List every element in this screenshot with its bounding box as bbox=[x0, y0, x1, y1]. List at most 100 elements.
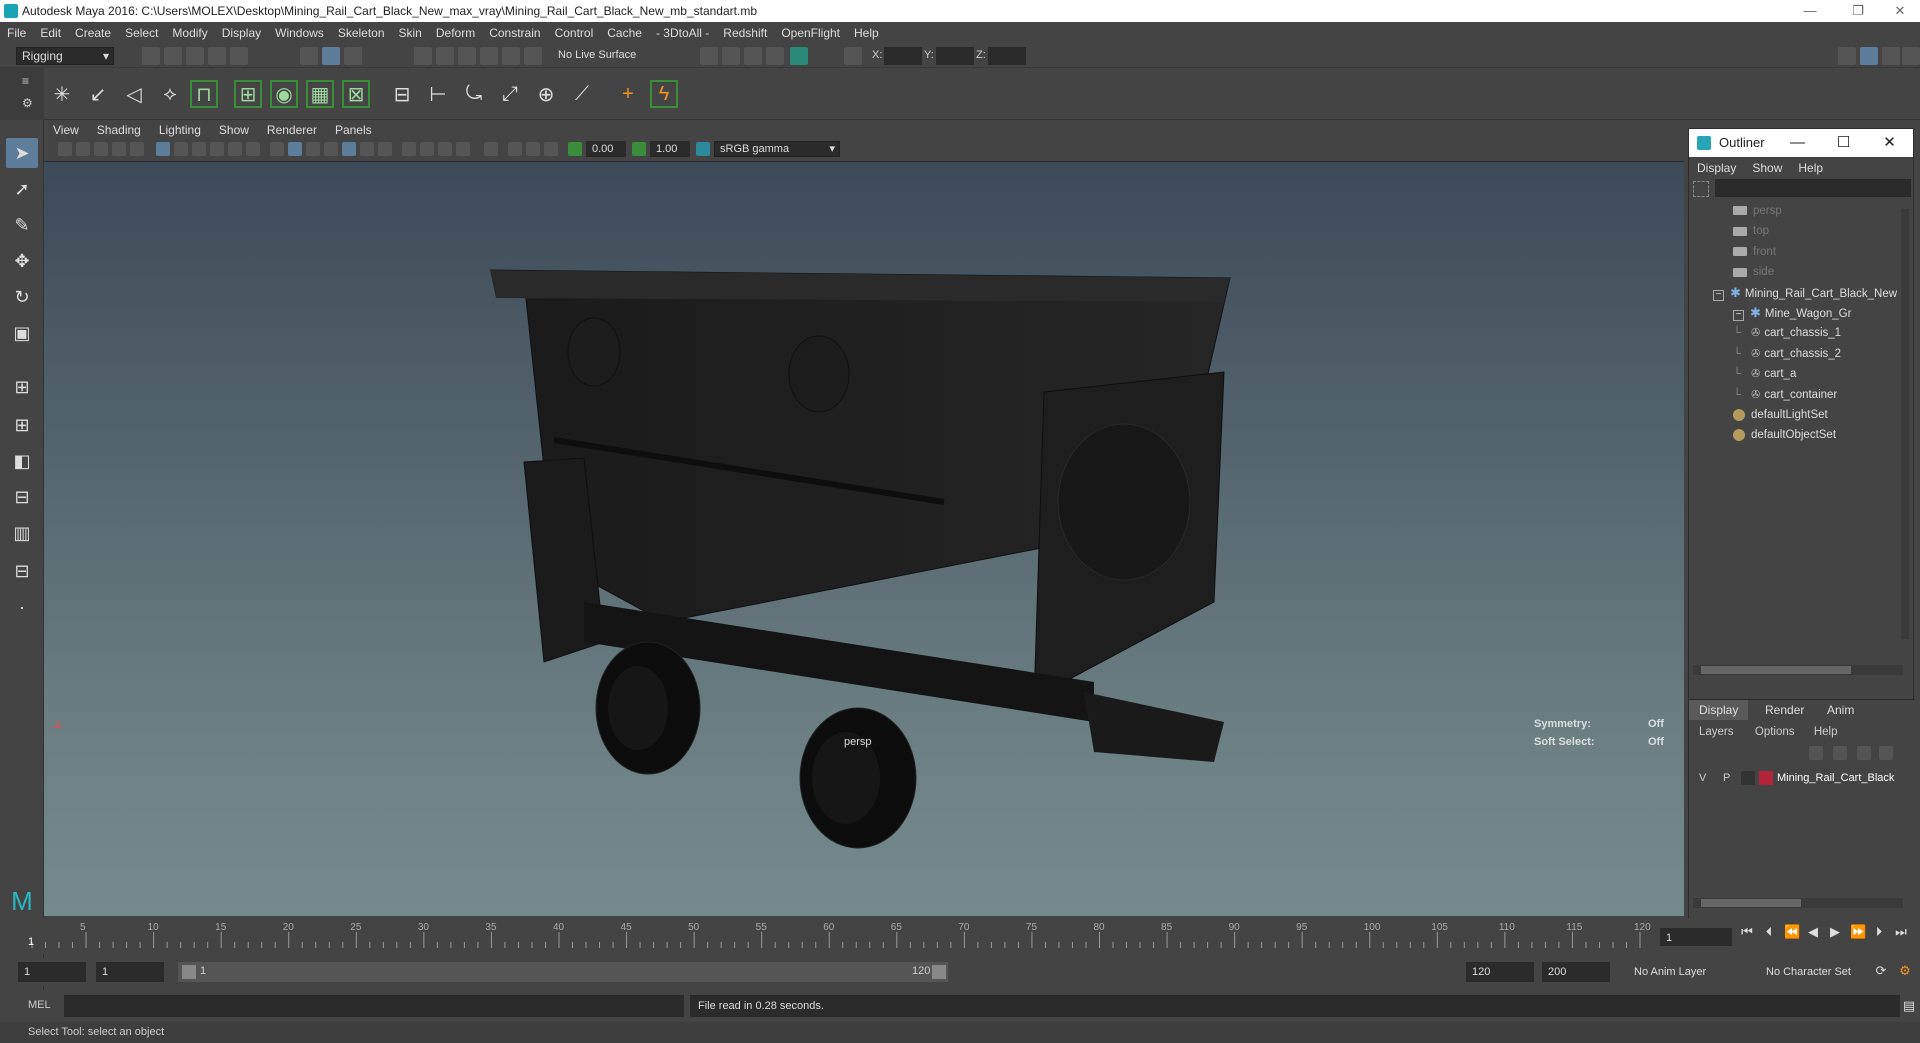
constraint-aim-icon[interactable]: ⊕ bbox=[532, 80, 560, 108]
ik-handle-icon[interactable]: ↙ bbox=[84, 80, 112, 108]
single-view-icon[interactable]: ⊞ bbox=[6, 372, 38, 402]
playback-start-field[interactable]: 1 bbox=[96, 962, 164, 982]
exposure-field[interactable]: 0.00 bbox=[586, 141, 626, 157]
camera-select-icon[interactable] bbox=[58, 142, 72, 156]
outliner-item-cart_container[interactable]: └ ✇ cart_container bbox=[1733, 385, 1837, 405]
menu-redshift[interactable]: Redshift bbox=[716, 22, 774, 44]
menu-skin[interactable]: Skin bbox=[392, 22, 429, 44]
scale-tool-icon[interactable]: ▣ bbox=[6, 318, 38, 348]
close-button[interactable]: ✕ bbox=[1880, 0, 1920, 22]
outliner-item-defaultLightSet[interactable]: defaultLightSet bbox=[1733, 405, 1828, 425]
go-to-end-icon[interactable]: ⏭ bbox=[1894, 925, 1908, 939]
command-language-label[interactable]: MEL bbox=[28, 999, 51, 1011]
ipr-render-icon[interactable] bbox=[722, 47, 740, 65]
collapse-icon[interactable]: − bbox=[1733, 310, 1744, 321]
undo-icon[interactable] bbox=[208, 47, 226, 65]
smooth-shade-icon[interactable] bbox=[288, 142, 302, 156]
filter-icon[interactable] bbox=[1693, 181, 1709, 197]
mirror-joint-icon[interactable]: ⊓ bbox=[190, 80, 218, 108]
new-layer-selected-icon[interactable] bbox=[1879, 746, 1893, 760]
render-view-icon[interactable] bbox=[790, 47, 808, 65]
bookmark-icon[interactable] bbox=[94, 142, 108, 156]
anti-aliasing-icon[interactable] bbox=[438, 142, 452, 156]
ik-spline-icon[interactable]: ◁ bbox=[120, 80, 148, 108]
layer-row[interactable]: V P Mining_Rail_Cart_Black bbox=[1695, 768, 1913, 788]
play-backwards-icon[interactable]: ◀ bbox=[1806, 925, 1820, 939]
scrollbar-thumb[interactable] bbox=[1701, 666, 1851, 674]
viewport-menu-show[interactable]: Show bbox=[210, 120, 258, 140]
step-forward-icon[interactable]: ⏵ bbox=[1872, 925, 1886, 939]
close-button[interactable]: ✕ bbox=[1867, 129, 1912, 157]
layers-menu[interactable]: Layers bbox=[1689, 722, 1744, 742]
viewport-persp[interactable]: ⟂ persp Symmetry: Off Soft Select: Off bbox=[44, 162, 1684, 916]
channel-box-icon[interactable] bbox=[1902, 47, 1920, 65]
use-all-lights-icon[interactable] bbox=[360, 142, 374, 156]
constraint-scale-icon[interactable]: ⤢ bbox=[496, 80, 524, 108]
exposure-icon[interactable] bbox=[568, 142, 582, 156]
menu-modify[interactable]: Modify bbox=[165, 22, 214, 44]
viewport-menu-shading[interactable]: Shading bbox=[88, 120, 150, 140]
menu-file[interactable]: File bbox=[0, 22, 33, 44]
tab-display[interactable]: Display bbox=[1689, 700, 1749, 720]
select-component-icon[interactable] bbox=[344, 47, 362, 65]
viewport-menu-panels[interactable]: Panels bbox=[326, 120, 381, 140]
render-current-icon[interactable] bbox=[700, 47, 718, 65]
rotate-tool-icon[interactable]: ↻ bbox=[6, 282, 38, 312]
depth-of-field-icon[interactable] bbox=[456, 142, 470, 156]
layer-playback-toggle[interactable]: P bbox=[1723, 768, 1730, 788]
anim-preferences-icon[interactable]: ⚙ bbox=[1898, 964, 1912, 978]
menu-windows[interactable]: Windows bbox=[268, 22, 331, 44]
outliner-item-side[interactable]: side bbox=[1733, 262, 1774, 282]
outliner-item-cart_a[interactable]: └ ✇ cart_a bbox=[1733, 364, 1796, 384]
tab-anim[interactable]: Anim bbox=[1817, 700, 1864, 720]
save-scene-icon[interactable] bbox=[186, 47, 204, 65]
z-field[interactable] bbox=[988, 47, 1026, 65]
joint-tool-icon[interactable]: ✳ bbox=[48, 80, 76, 108]
collapse-icon[interactable]: − bbox=[1713, 289, 1724, 301]
xray-components-icon[interactable] bbox=[544, 142, 558, 156]
outliner-menu-help[interactable]: Help bbox=[1790, 157, 1831, 179]
menu-help[interactable]: Help bbox=[847, 22, 886, 44]
textured-icon[interactable] bbox=[342, 142, 356, 156]
move-layer-up-icon[interactable] bbox=[1809, 746, 1823, 760]
tool-settings-icon[interactable] bbox=[1882, 47, 1900, 65]
color-management-icon[interactable] bbox=[696, 142, 710, 156]
interactive-bind-icon[interactable]: ⊠ bbox=[342, 80, 370, 108]
outliner-item-persp[interactable]: persp bbox=[1733, 201, 1782, 221]
outliner-horizontal-scrollbar[interactable] bbox=[1693, 665, 1903, 675]
step-back-key-icon[interactable]: ⏪ bbox=[1784, 925, 1800, 939]
tab-render[interactable]: Render bbox=[1755, 700, 1814, 720]
render-settings-icon[interactable] bbox=[744, 47, 762, 65]
view-transform-dropdown[interactable]: sRGB gamma ▾ bbox=[714, 141, 840, 157]
x-field[interactable] bbox=[884, 47, 922, 65]
gate-mask-icon[interactable] bbox=[192, 142, 206, 156]
constraint-point-icon[interactable]: ⊢ bbox=[424, 80, 452, 108]
range-end-handle[interactable] bbox=[932, 965, 946, 979]
xray-joints-icon[interactable] bbox=[526, 142, 540, 156]
resolution-gate-icon[interactable] bbox=[174, 142, 188, 156]
select-hierarchy-icon[interactable] bbox=[300, 47, 318, 65]
motion-blur-icon[interactable] bbox=[420, 142, 434, 156]
character-set-dropdown[interactable]: No Character Set bbox=[1760, 962, 1872, 982]
options-menu[interactable]: Options bbox=[1747, 722, 1803, 742]
image-plane-icon[interactable] bbox=[112, 142, 126, 156]
menu-constrain[interactable]: Constrain bbox=[482, 22, 547, 44]
outliner-menu-display[interactable]: Display bbox=[1689, 157, 1744, 179]
play-forwards-icon[interactable]: ▶ bbox=[1828, 925, 1842, 939]
lasso-tool-icon[interactable]: ➚ bbox=[6, 174, 38, 204]
menu-select[interactable]: Select bbox=[118, 22, 165, 44]
snap-grid-icon[interactable] bbox=[414, 47, 432, 65]
redo-icon[interactable] bbox=[230, 47, 248, 65]
move-layer-down-icon[interactable] bbox=[1833, 746, 1847, 760]
current-frame-field[interactable]: 1 bbox=[1660, 928, 1732, 946]
help-menu[interactable]: Help bbox=[1806, 722, 1846, 742]
menu-edit[interactable]: Edit bbox=[33, 22, 68, 44]
ambient-occlusion-icon[interactable] bbox=[402, 142, 416, 156]
command-input[interactable] bbox=[64, 995, 684, 1017]
paint-select-icon[interactable]: ✎ bbox=[6, 210, 38, 240]
persp-outliner-icon[interactable]: ▥ bbox=[6, 518, 38, 548]
gamma-icon[interactable] bbox=[632, 142, 646, 156]
modeling-toolkit-icon[interactable] bbox=[1838, 47, 1856, 65]
persp-graph-icon[interactable]: ⊟ bbox=[6, 482, 38, 512]
menu-skeleton[interactable]: Skeleton bbox=[331, 22, 392, 44]
